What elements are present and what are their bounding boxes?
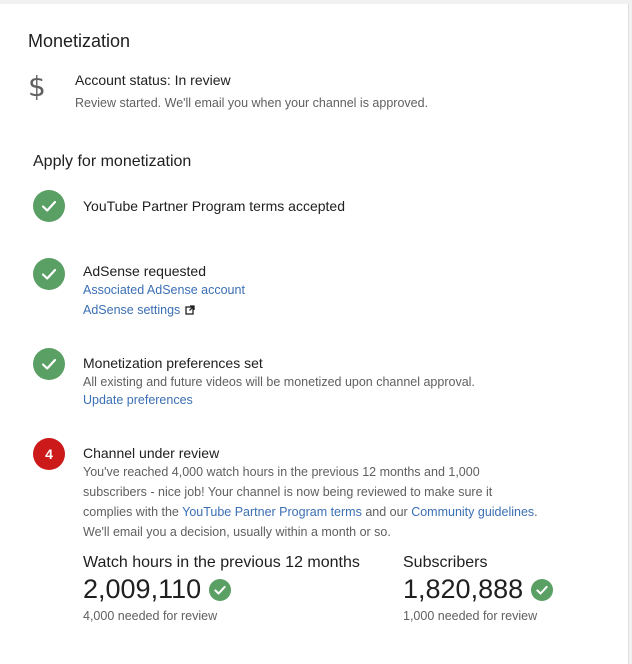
check-icon (33, 258, 65, 290)
associated-adsense-link[interactable]: Associated AdSense account (83, 283, 245, 297)
dollar-icon: $ (28, 70, 46, 103)
step-partner-terms: YouTube Partner Program terms accepted (83, 198, 345, 214)
adsense-settings-link[interactable]: AdSense settings (83, 303, 180, 317)
review-description-line: subscribers - nice job! Your channel is … (83, 485, 493, 499)
account-status: Account status: In review (75, 72, 231, 88)
check-icon (33, 190, 65, 222)
step-channel-review: Channel under review (83, 445, 220, 461)
monetization-card: Monetization $ Account status: In review… (0, 4, 629, 664)
step-number-badge: 4 (33, 438, 65, 470)
watch-hours-note: 4,000 needed for review (83, 609, 218, 623)
watch-hours-label: Watch hours in the previous 12 months (83, 554, 360, 571)
step-preferences: Monetization preferences set (83, 355, 263, 371)
review-description-line: You've reached 4,000 watch hours in the … (83, 465, 480, 479)
subscribers-label: Subscribers (403, 554, 488, 571)
preferences-description: All existing and future videos will be m… (83, 375, 475, 389)
check-icon (531, 578, 554, 601)
watch-hours-value: 2,009,110 (83, 574, 232, 605)
community-guidelines-link[interactable]: Community guidelines (411, 505, 534, 519)
subscribers-note: 1,000 needed for review (403, 609, 538, 623)
subscribers-value: 1,820,888 (403, 574, 554, 605)
review-description-line: complies with the YouTube Partner Progra… (83, 505, 538, 519)
partner-program-terms-link[interactable]: YouTube Partner Program terms (182, 505, 362, 519)
review-description-line: We'll email you a decision, usually with… (83, 525, 391, 539)
check-icon (209, 578, 232, 601)
apply-section-title: Apply for monetization (33, 153, 192, 170)
page-title: Monetization (28, 31, 131, 51)
account-status-description: Review started. We'll email you when you… (75, 96, 429, 110)
step-adsense: AdSense requested (83, 263, 206, 279)
external-link-icon[interactable] (185, 301, 195, 321)
check-icon (33, 348, 65, 380)
update-preferences-link[interactable]: Update preferences (83, 393, 193, 407)
